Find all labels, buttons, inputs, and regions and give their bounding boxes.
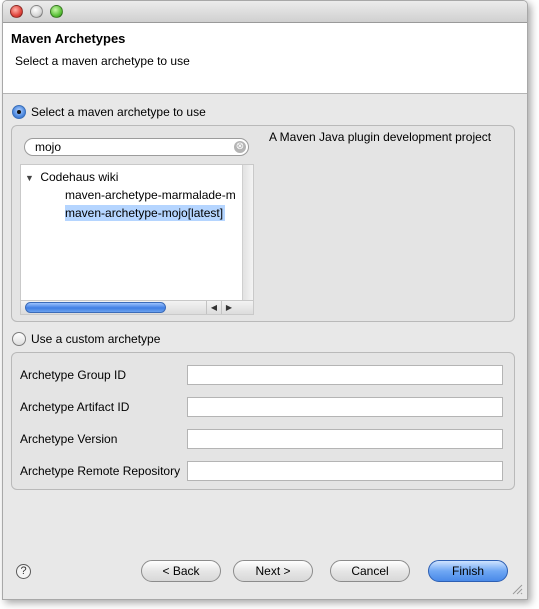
tree-item-mojo[interactable]: maven-archetype-mojo[latest]	[65, 205, 226, 221]
clear-search-icon[interactable]: ⊗	[234, 141, 246, 153]
custom-archetype-option[interactable]: Use a custom archetype	[12, 332, 160, 346]
close-window-button[interactable]	[10, 5, 23, 18]
remote-repository-field[interactable]	[187, 461, 503, 481]
group-id-field[interactable]	[187, 365, 503, 385]
help-icon[interactable]: ?	[16, 564, 31, 579]
custom-archetype-radio[interactable]	[12, 332, 26, 346]
artifact-id-label: Archetype Artifact ID	[20, 400, 130, 414]
finish-button[interactable]: Finish	[428, 560, 508, 582]
tree-group-codehaus[interactable]: ▼ Codehaus wiki	[25, 170, 118, 184]
next-button[interactable]: Next >	[233, 560, 313, 582]
archetype-description: A Maven Java plugin development project	[269, 130, 492, 144]
archetype-search-input[interactable]: mojo	[24, 138, 249, 156]
select-archetype-option[interactable]: Select a maven archetype to use	[12, 105, 206, 119]
tree-item-marmalade[interactable]: maven-archetype-marmalade-m	[65, 187, 236, 203]
select-archetype-label: Select a maven archetype to use	[31, 105, 206, 119]
scroll-right-arrow-icon[interactable]: ▶	[221, 301, 236, 314]
page-subtitle: Select a maven archetype to use	[15, 54, 190, 68]
minimize-window-button[interactable]	[30, 5, 43, 18]
custom-archetype-group: Archetype Group ID Archetype Artifact ID…	[11, 352, 515, 490]
disclosure-triangle-icon[interactable]: ▼	[25, 173, 37, 183]
tree-horizontal-scrollbar[interactable]: ◀ ▶	[21, 300, 253, 314]
version-field[interactable]	[187, 429, 503, 449]
archetype-catalog-group: mojo ⊗ ▼ Codehaus wiki maven-archetype-m…	[11, 125, 515, 322]
group-id-label: Archetype Group ID	[20, 368, 127, 382]
horizontal-scroll-thumb[interactable]	[25, 302, 166, 313]
wizard-header: Maven Archetypes Select a maven archetyp…	[3, 23, 527, 94]
tree-vertical-scrollbar[interactable]	[242, 165, 253, 301]
remote-repository-label: Archetype Remote Repository	[20, 464, 181, 478]
artifact-id-field[interactable]	[187, 397, 503, 417]
scroll-left-arrow-icon[interactable]: ◀	[206, 301, 221, 314]
tree-group-label: Codehaus wiki	[40, 170, 119, 184]
page-title: Maven Archetypes	[11, 31, 126, 46]
title-bar	[3, 1, 527, 23]
custom-archetype-label: Use a custom archetype	[31, 332, 161, 346]
wizard-window: Maven Archetypes Select a maven archetyp…	[2, 0, 528, 600]
zoom-window-button[interactable]	[50, 5, 63, 18]
cancel-button[interactable]: Cancel	[330, 560, 410, 582]
archetype-tree[interactable]: ▼ Codehaus wiki maven-archetype-marmalad…	[20, 164, 254, 315]
resize-grip-icon[interactable]	[511, 583, 523, 595]
back-button[interactable]: < Back	[141, 560, 221, 582]
select-archetype-radio[interactable]	[12, 105, 26, 119]
version-label: Archetype Version	[20, 432, 118, 446]
